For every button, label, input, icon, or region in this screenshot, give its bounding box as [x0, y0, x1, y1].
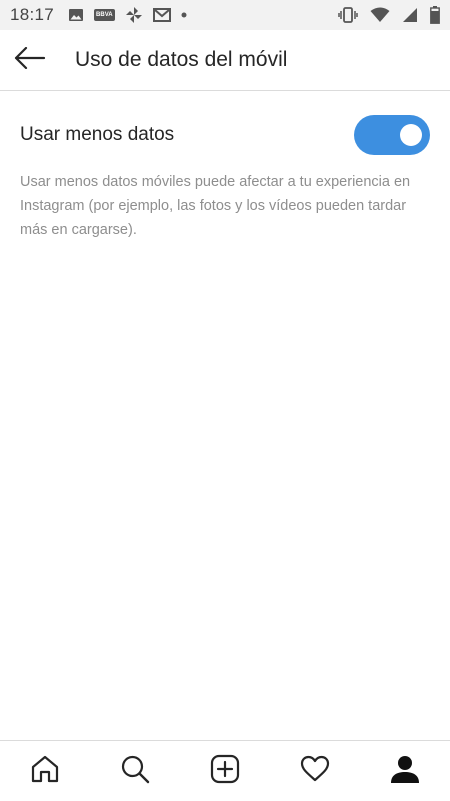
- nav-new-post[interactable]: [195, 741, 255, 801]
- status-time: 18:17: [10, 5, 55, 24]
- heart-icon: [300, 754, 330, 789]
- less-data-toggle[interactable]: [354, 115, 430, 155]
- nav-home[interactable]: [15, 741, 75, 801]
- vibrate-icon: [338, 7, 358, 23]
- status-system-icons: [338, 6, 440, 24]
- wifi-icon: [370, 7, 390, 23]
- profile-icon: [390, 754, 420, 789]
- page-title: Uso de datos del móvil: [75, 48, 288, 71]
- home-icon: [30, 754, 60, 789]
- battery-icon: [430, 6, 440, 24]
- image-icon: [68, 7, 84, 23]
- bottom-nav: [0, 740, 450, 801]
- status-notification-icons: BBVA: [68, 6, 187, 24]
- less-data-description: Usar menos datos móviles puede afectar a…: [20, 174, 411, 238]
- search-icon: [120, 754, 150, 789]
- dot-icon: [181, 12, 187, 18]
- nav-search[interactable]: [105, 741, 165, 801]
- status-bar: 18:17 BBVA: [0, 0, 450, 30]
- less-data-label: Usar menos datos: [20, 124, 175, 145]
- pinwheel-icon: [125, 6, 143, 24]
- signal-icon: [402, 7, 418, 23]
- bbva-label: BBVA: [94, 9, 115, 21]
- toggle-knob: [400, 124, 422, 146]
- arrow-left-icon: [14, 46, 46, 74]
- gmail-icon: [152, 7, 171, 23]
- add-post-icon: [210, 754, 240, 789]
- bbva-icon: BBVA: [94, 9, 115, 21]
- nav-profile[interactable]: [375, 741, 435, 801]
- nav-activity[interactable]: [285, 741, 345, 801]
- back-button[interactable]: [0, 30, 60, 90]
- app-header: Uso de datos del móvil: [0, 30, 450, 91]
- less-data-setting-row: Usar menos datos: [0, 110, 450, 160]
